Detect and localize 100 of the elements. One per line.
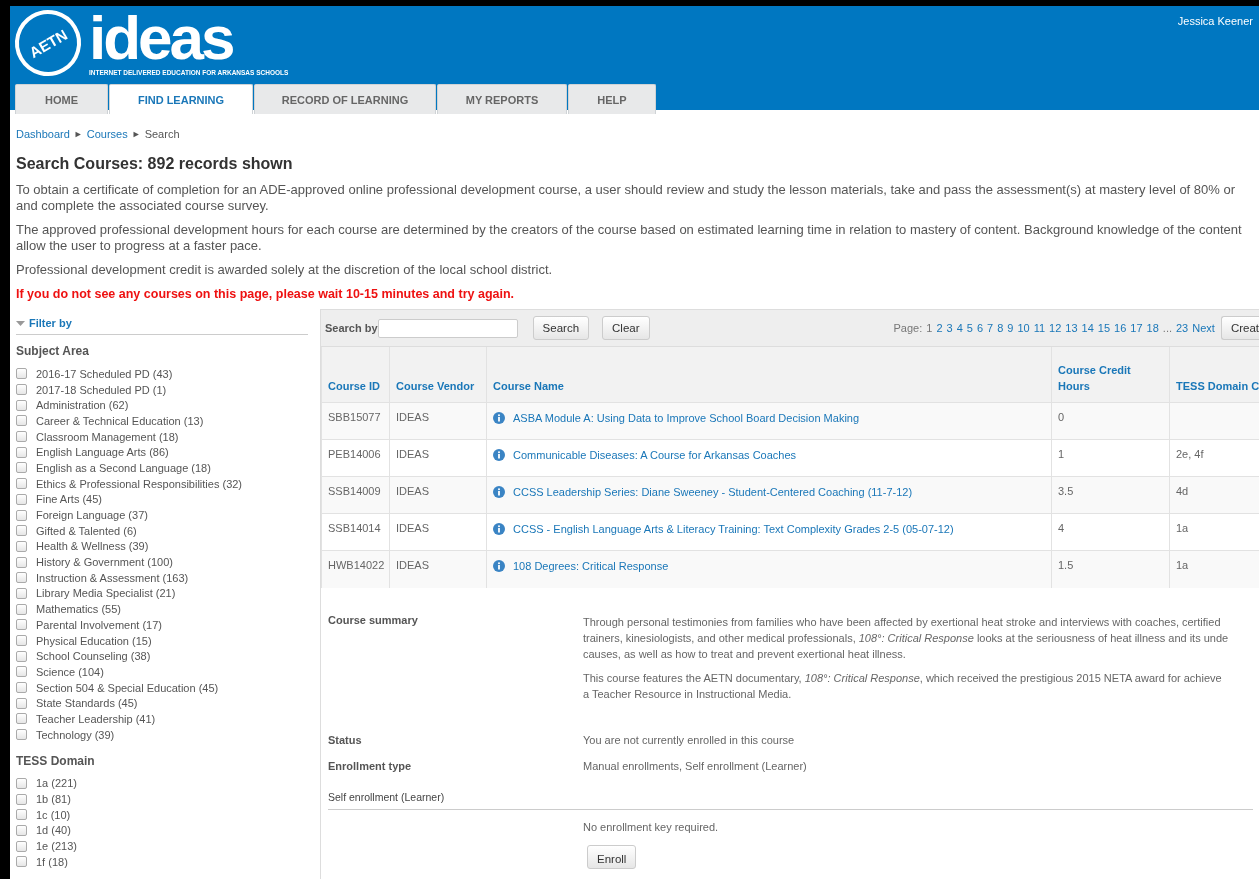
filter-option-label[interactable]: English as a Second Language (18) [36, 461, 211, 474]
checkbox[interactable] [16, 697, 27, 709]
checkbox[interactable] [16, 446, 27, 458]
breadcrumb-link[interactable]: Courses [86, 128, 128, 141]
checkbox[interactable] [16, 682, 27, 694]
filter-option-label[interactable]: State Standards (45) [36, 697, 138, 710]
page-link[interactable]: 4 [956, 322, 963, 334]
page-link[interactable]: 3 [946, 322, 953, 334]
filter-option-label[interactable]: Gifted & Talented (6) [36, 524, 137, 537]
filter-option-label[interactable]: Section 504 & Special Education (45) [36, 681, 219, 694]
filter-option-label[interactable]: Classroom Management (18) [36, 430, 179, 443]
checkbox[interactable] [16, 540, 27, 552]
course-link[interactable]: CCSS - English Language Arts & Literacy Training: Text Complexity Grades 2-5 (05-07-12) [513, 523, 954, 535]
filter-option-label[interactable]: Ethics & Professional Responsibilities (32) [36, 477, 243, 490]
checkbox[interactable] [16, 840, 27, 852]
page-link[interactable]: 10 [1017, 322, 1030, 334]
checkbox[interactable] [16, 729, 27, 741]
checkbox[interactable] [16, 368, 27, 380]
search-bar-button[interactable]: Clear [602, 316, 650, 340]
filter-option-label[interactable]: Science (104) [36, 665, 104, 678]
page-link[interactable]: 5 [966, 322, 973, 334]
page-link[interactable]: 8 [997, 322, 1004, 334]
breadcrumb-link[interactable]: Dashboard [16, 128, 70, 141]
page-link[interactable]: 9 [1007, 322, 1014, 334]
page-link[interactable]: 23 [1176, 322, 1189, 334]
filter-toggle[interactable]: Filter by [29, 317, 72, 329]
next-link[interactable]: Next [1192, 322, 1215, 334]
checkbox[interactable] [16, 856, 27, 868]
checkbox[interactable] [16, 603, 27, 615]
checkbox[interactable] [16, 384, 27, 396]
info-icon[interactable] [493, 486, 505, 498]
checkbox[interactable] [16, 635, 27, 647]
filter-option-label[interactable]: 1f (18) [36, 855, 68, 868]
filter-option-label[interactable]: Foreign Language (37) [36, 509, 148, 522]
filter-option-label[interactable]: History & Government (100) [36, 556, 173, 569]
checkbox[interactable] [16, 619, 27, 631]
checkbox[interactable] [16, 824, 27, 836]
page-link[interactable]: 15 [1097, 322, 1111, 334]
info-icon[interactable] [493, 412, 505, 424]
page-link[interactable]: 6 [976, 322, 984, 334]
filter-option-label[interactable]: 1d (40) [36, 824, 71, 837]
filter-option-label[interactable]: Library Media Specialist (21) [36, 587, 176, 600]
filter-option-label[interactable]: Instruction & Assessment (163) [36, 571, 189, 584]
nav-tab[interactable]: FIND LEARNING [109, 84, 253, 114]
nav-tab[interactable]: MY REPORTS [437, 84, 567, 114]
checkbox[interactable] [16, 478, 27, 490]
checkbox[interactable] [16, 650, 27, 662]
filter-option-label[interactable]: 2016-17 Scheduled PD (43) [36, 367, 173, 380]
checkbox[interactable] [16, 525, 27, 537]
course-link[interactable]: 108 Degrees: Critical Response [513, 560, 669, 572]
filter-option-label[interactable]: 1c (10) [36, 808, 71, 821]
checkbox[interactable] [16, 462, 27, 474]
page-link[interactable]: 18 [1146, 322, 1159, 334]
filter-option-label[interactable]: School Counseling (38) [36, 650, 151, 663]
search-field[interactable] [377, 318, 518, 338]
filter-option-label[interactable]: Career & Technical Education (13) [36, 414, 204, 427]
checkbox[interactable] [16, 713, 27, 725]
nav-tab[interactable]: RECORD OF LEARNING [254, 84, 436, 114]
caret-down-icon[interactable] [16, 319, 25, 327]
checkbox[interactable] [16, 509, 27, 521]
checkbox[interactable] [16, 399, 27, 411]
page-link[interactable]: 16 [1114, 322, 1127, 334]
filter-option-label[interactable]: Parental Involvement (17) [36, 618, 162, 631]
filter-option-label[interactable]: Physical Education (15) [36, 634, 152, 647]
checkbox[interactable] [16, 587, 27, 599]
page-link[interactable]: 14 [1081, 322, 1094, 334]
filter-option-label[interactable]: Health & Wellness (39) [36, 540, 149, 553]
page-link[interactable]: 11 [1033, 322, 1046, 334]
checkbox[interactable] [16, 415, 27, 427]
filter-option-label[interactable]: English Language Arts (86) [36, 446, 169, 459]
checkbox[interactable] [16, 809, 27, 821]
page-link[interactable]: 17 [1130, 322, 1143, 334]
checkbox[interactable] [16, 793, 27, 805]
enroll-button[interactable]: Enroll [587, 844, 637, 869]
filter-option-label[interactable]: 1e (213) [36, 840, 77, 853]
checkbox[interactable] [16, 777, 27, 789]
course-link[interactable]: Communicable Diseases: A Course for Arkansas Coaches [513, 449, 797, 461]
filter-option-label[interactable]: 2017-18 Scheduled PD (1) [36, 383, 167, 396]
course-link[interactable]: ASBA Module A: Using Data to Improve School Board Decision Making [513, 412, 860, 424]
nav-tab[interactable]: HELP [568, 84, 656, 114]
info-icon[interactable] [493, 523, 505, 535]
user-name[interactable]: Jessica Keener [1177, 15, 1253, 27]
filter-option-label[interactable]: Technology (39) [36, 728, 115, 741]
filter-option-label[interactable]: Administration (62) [36, 399, 129, 412]
info-icon[interactable] [493, 560, 505, 572]
checkbox[interactable] [16, 666, 27, 678]
checkbox[interactable] [16, 556, 27, 568]
page-link[interactable]: 12 [1049, 322, 1062, 334]
search-bar-button[interactable]: Search [532, 316, 590, 340]
filter-option-label[interactable]: Mathematics (55) [36, 603, 121, 616]
info-icon[interactable] [493, 449, 505, 461]
checkbox[interactable] [16, 572, 27, 584]
page-link[interactable]: 7 [987, 322, 994, 334]
nav-tab[interactable]: HOME [15, 84, 108, 114]
page-link[interactable]: 2 [936, 322, 943, 334]
checkbox[interactable] [16, 431, 27, 443]
checkbox[interactable] [16, 493, 27, 505]
page-link[interactable]: 13 [1065, 322, 1078, 334]
filter-option-label[interactable]: 1a (221) [36, 777, 77, 790]
create-button[interactable]: Creat [1220, 316, 1259, 340]
